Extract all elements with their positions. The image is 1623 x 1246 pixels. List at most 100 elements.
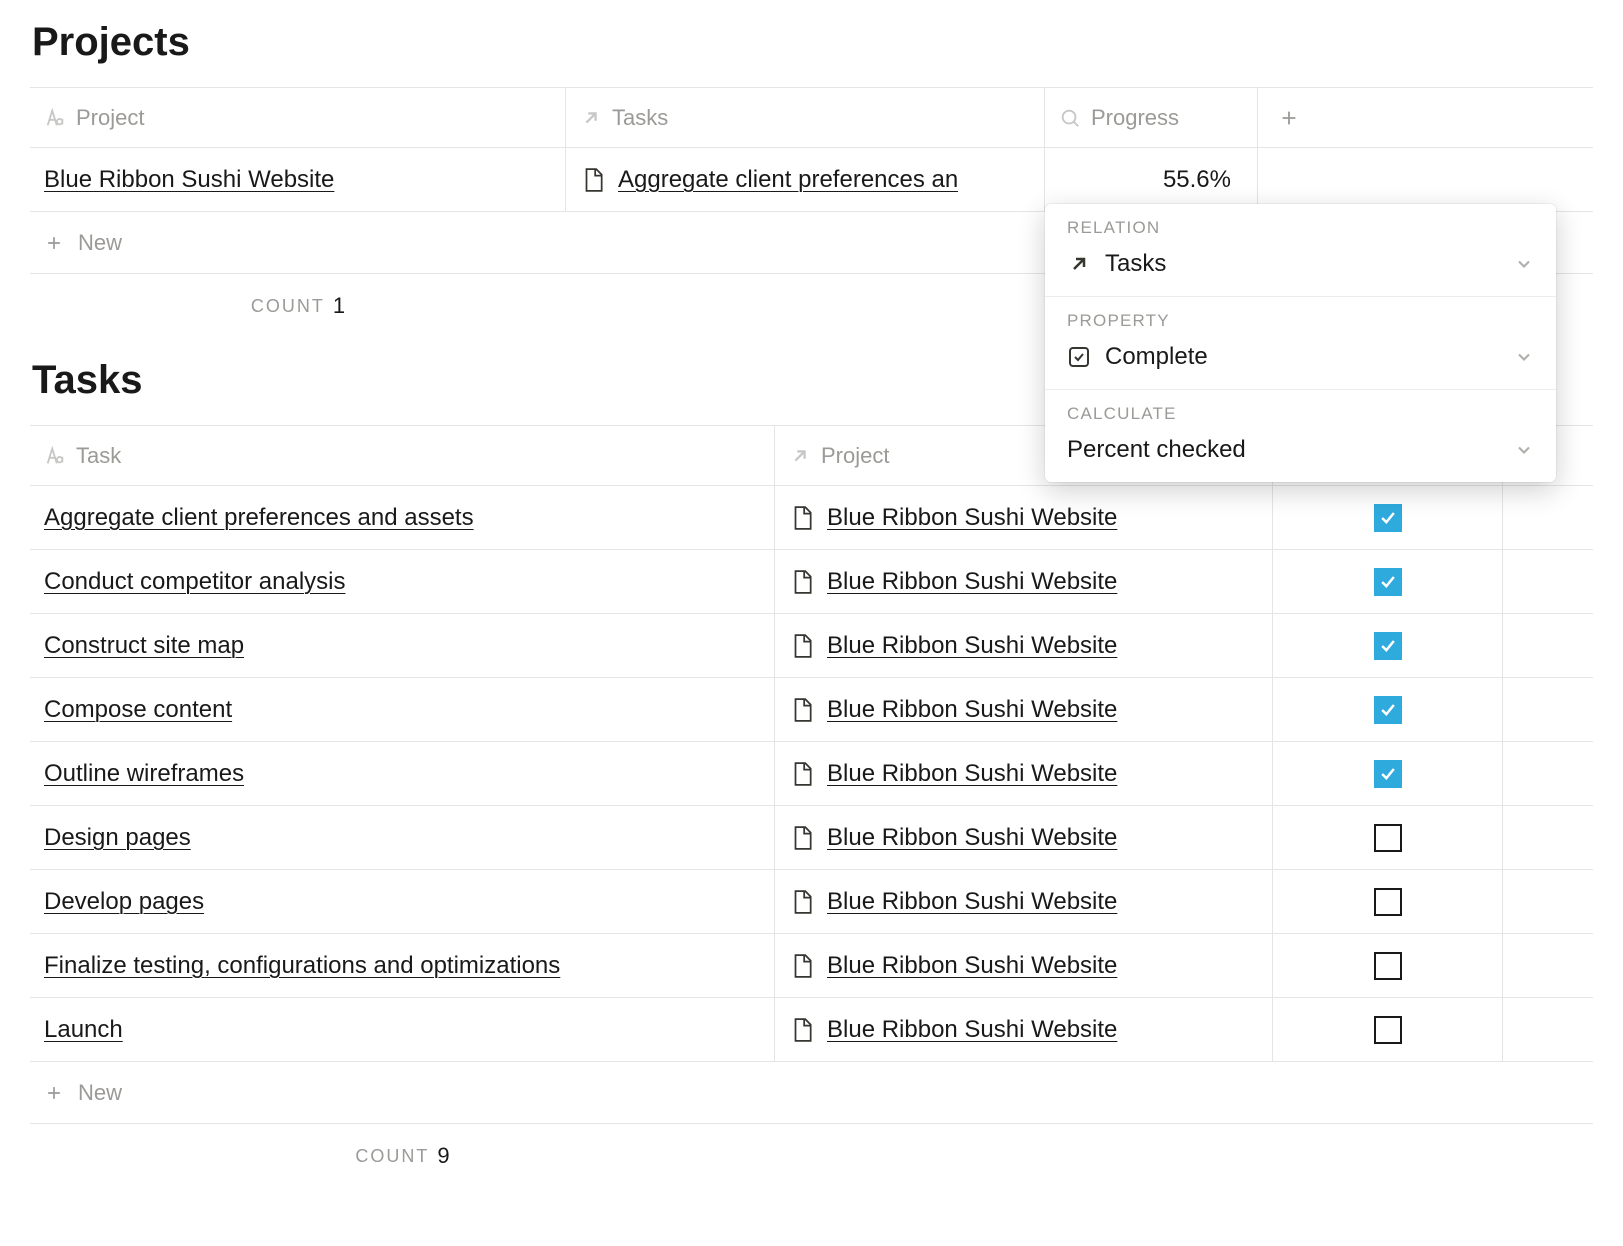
table-row[interactable]: Design pages Blue Ribbon Sushi Website [30, 806, 1593, 870]
task-complete-cell[interactable] [1273, 550, 1503, 613]
projects-header-row: Project Tasks Progress [30, 88, 1593, 148]
project-link[interactable]: Blue Ribbon Sushi Website [827, 888, 1117, 916]
task-link[interactable]: Design pages [44, 824, 191, 852]
table-row[interactable]: Develop pages Blue Ribbon Sushi Website [30, 870, 1593, 934]
panel-label: CALCULATE [1067, 404, 1534, 424]
col-project-name[interactable]: Project [30, 88, 566, 147]
calculate-selector[interactable]: Percent checked [1067, 436, 1534, 464]
task-link[interactable]: Construct site map [44, 632, 244, 660]
task-link[interactable]: Develop pages [44, 888, 204, 916]
task-name-cell[interactable]: Finalize testing, configurations and opt… [30, 934, 775, 997]
complete-checkbox[interactable] [1374, 888, 1402, 916]
projects-count-row: COUNT 1 [30, 274, 566, 338]
property-selector[interactable]: Complete [1067, 343, 1534, 371]
task-project-cell[interactable]: Blue Ribbon Sushi Website [775, 934, 1273, 997]
project-link[interactable]: Blue Ribbon Sushi Website [827, 568, 1117, 596]
relation-selector[interactable]: Tasks [1067, 250, 1534, 278]
task-name-cell[interactable]: Launch [30, 998, 775, 1061]
task-link[interactable]: Launch [44, 1016, 123, 1044]
project-link[interactable]: Blue Ribbon Sushi Website [827, 504, 1117, 532]
task-complete-cell[interactable] [1273, 870, 1503, 933]
task-name-cell[interactable]: Design pages [30, 806, 775, 869]
table-row[interactable]: Blue Ribbon Sushi Website Aggregate clie… [30, 148, 1593, 212]
complete-checkbox[interactable] [1374, 696, 1402, 724]
col-project-progress[interactable]: Progress [1045, 88, 1258, 147]
table-row[interactable]: Aggregate client preferences and assets B… [30, 486, 1593, 550]
new-task-row[interactable]: New [30, 1062, 1593, 1124]
task-project-cell[interactable]: Blue Ribbon Sushi Website [775, 870, 1273, 933]
table-row[interactable]: Outline wireframes Blue Ribbon Sushi Webs… [30, 742, 1593, 806]
col-label: Project [821, 443, 889, 469]
task-project-cell[interactable]: Blue Ribbon Sushi Website [775, 614, 1273, 677]
project-link[interactable]: Blue Ribbon Sushi Website [827, 1016, 1117, 1044]
task-complete-cell[interactable] [1273, 678, 1503, 741]
row-end-cell [1503, 934, 1583, 997]
task-name-cell[interactable]: Aggregate client preferences and assets [30, 486, 775, 549]
table-row[interactable]: Compose content Blue Ribbon Sushi Website [30, 678, 1593, 742]
project-link[interactable]: Blue Ribbon Sushi Website [827, 632, 1117, 660]
complete-checkbox[interactable] [1374, 1016, 1402, 1044]
task-name-cell[interactable]: Conduct competitor analysis [30, 550, 775, 613]
task-link[interactable]: Conduct competitor analysis [44, 568, 345, 596]
task-complete-cell[interactable] [1273, 486, 1503, 549]
table-row[interactable]: Construct site map Blue Ribbon Sushi Webs… [30, 614, 1593, 678]
project-link[interactable]: Blue Ribbon Sushi Website [44, 166, 334, 194]
row-end-cell [1503, 614, 1583, 677]
complete-checkbox[interactable] [1374, 632, 1402, 660]
project-name-cell[interactable]: Blue Ribbon Sushi Website [30, 148, 566, 211]
task-project-cell[interactable]: Blue Ribbon Sushi Website [775, 678, 1273, 741]
count-value: 1 [333, 293, 345, 319]
task-link[interactable]: Aggregate client preferences and assets [44, 504, 474, 532]
task-name-cell[interactable]: Outline wireframes [30, 742, 775, 805]
table-row[interactable]: Finalize testing, configurations and opt… [30, 934, 1593, 998]
task-project-cell[interactable]: Blue Ribbon Sushi Website [775, 550, 1273, 613]
complete-checkbox[interactable] [1374, 824, 1402, 852]
new-label: New [78, 230, 122, 256]
complete-checkbox[interactable] [1374, 504, 1402, 532]
task-complete-cell[interactable] [1273, 614, 1503, 677]
rollup-icon [1059, 107, 1081, 129]
task-link[interactable]: Aggregate client preferences an [618, 166, 958, 194]
col-label: Progress [1091, 105, 1179, 131]
task-link[interactable]: Outline wireframes [44, 760, 244, 788]
project-link[interactable]: Blue Ribbon Sushi Website [827, 760, 1117, 788]
count-value: 9 [437, 1143, 449, 1169]
task-link[interactable]: Compose content [44, 696, 232, 724]
task-complete-cell[interactable] [1273, 998, 1503, 1061]
complete-checkbox[interactable] [1374, 760, 1402, 788]
complete-checkbox[interactable] [1374, 568, 1402, 596]
project-tasks-cell[interactable]: Aggregate client preferences an [566, 148, 1045, 211]
task-link[interactable]: Finalize testing, configurations and opt… [44, 952, 560, 980]
page-icon [789, 505, 815, 531]
project-link[interactable]: Blue Ribbon Sushi Website [827, 952, 1117, 980]
table-row[interactable]: Launch Blue Ribbon Sushi Website [30, 998, 1593, 1062]
task-complete-cell[interactable] [1273, 806, 1503, 869]
title-icon [44, 107, 66, 129]
project-link[interactable]: Blue Ribbon Sushi Website [827, 696, 1117, 724]
task-project-cell[interactable]: Blue Ribbon Sushi Website [775, 742, 1273, 805]
projects-heading: Projects [32, 20, 1593, 65]
complete-checkbox[interactable] [1374, 952, 1402, 980]
task-name-cell[interactable]: Construct site map [30, 614, 775, 677]
page-icon [789, 889, 815, 915]
col-project-tasks[interactable]: Tasks [566, 88, 1045, 147]
add-column-button[interactable] [1258, 88, 1320, 147]
project-progress-cell[interactable]: 55.6% [1045, 148, 1258, 211]
task-name-cell[interactable]: Develop pages [30, 870, 775, 933]
relation-icon [580, 107, 602, 129]
task-complete-cell[interactable] [1273, 934, 1503, 997]
count-label: COUNT [251, 296, 325, 317]
task-project-cell[interactable]: Blue Ribbon Sushi Website [775, 806, 1273, 869]
tasks-table: Task Project Aggregate client preference… [30, 425, 1593, 1124]
project-link[interactable]: Blue Ribbon Sushi Website [827, 824, 1117, 852]
task-project-cell[interactable]: Blue Ribbon Sushi Website [775, 486, 1273, 549]
task-complete-cell[interactable] [1273, 742, 1503, 805]
task-project-cell[interactable]: Blue Ribbon Sushi Website [775, 998, 1273, 1061]
relation-icon [1067, 252, 1091, 276]
rollup-config-panel: RELATION Tasks PROPERTY [1045, 204, 1556, 482]
col-task-name[interactable]: Task [30, 426, 775, 485]
page-icon [789, 953, 815, 979]
task-name-cell[interactable]: Compose content [30, 678, 775, 741]
title-icon [44, 445, 66, 467]
table-row[interactable]: Conduct competitor analysis Blue Ribbon S… [30, 550, 1593, 614]
